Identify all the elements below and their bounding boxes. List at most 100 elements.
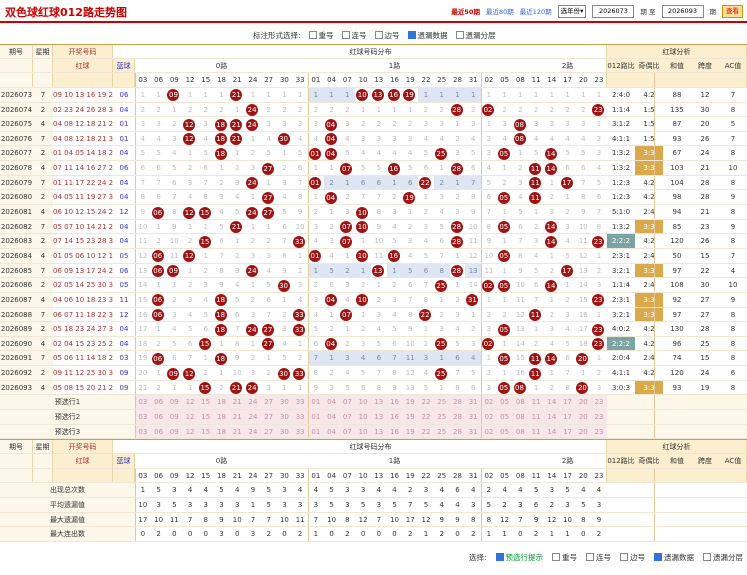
preselect-row[interactable]: 预选行1 03 06 09 12 15 18 21 24 27 30 33 01 04 07 10 13 16 19…	[0, 395, 747, 411]
preselect-number-18[interactable]: 18	[213, 410, 230, 424]
option-0[interactable]: 重号	[308, 30, 334, 41]
preselect-number-30[interactable]: 30	[276, 395, 293, 410]
preselect-number-10[interactable]: 10	[355, 395, 371, 410]
preselect-number-27[interactable]: 27	[260, 410, 277, 424]
preselect-number-14[interactable]: 14	[543, 395, 560, 410]
preselect-number-15[interactable]: 15	[197, 395, 214, 410]
preselect-number-20[interactable]: 20	[575, 410, 592, 424]
preselect-number-02[interactable]: 02	[481, 395, 497, 410]
header-issue[interactable]: 期号	[0, 45, 33, 58]
preselect-number-28[interactable]: 28	[449, 395, 466, 410]
preselect-number-13[interactable]: 13	[370, 410, 387, 424]
option-3[interactable]: 遗漏数据	[407, 30, 448, 41]
preselect-number-22[interactable]: 22	[418, 410, 434, 424]
preselect-number-23[interactable]: 23	[591, 395, 607, 410]
preselect-number-31[interactable]: 31	[465, 410, 482, 424]
link-recent-120[interactable]: 最近120期	[520, 6, 552, 16]
link-recent-50[interactable]: 最近50期	[451, 6, 480, 16]
preselect-number-17[interactable]: 17	[559, 424, 576, 439]
preselect-number-20[interactable]: 20	[575, 424, 592, 439]
preselect-number-06[interactable]: 06	[150, 395, 167, 410]
preselect-number-16[interactable]: 16	[386, 410, 403, 424]
preselect-number-23[interactable]: 23	[591, 410, 607, 424]
link-recent-80[interactable]: 最近80期	[486, 6, 514, 16]
preselect-number-04[interactable]: 04	[323, 395, 340, 410]
bottom-option-1[interactable]: 重号	[552, 552, 577, 563]
preselect-number-12[interactable]: 12	[182, 424, 198, 439]
preselect-number-33[interactable]: 33	[292, 410, 309, 424]
preselect-number-01[interactable]: 01	[308, 410, 324, 424]
preselect-number-24[interactable]: 24	[245, 424, 261, 439]
preselect-number-09[interactable]: 09	[166, 424, 183, 439]
preselect-number-33[interactable]: 33	[292, 395, 309, 410]
preselect-number-04[interactable]: 04	[323, 424, 340, 439]
preselect-number-14[interactable]: 14	[543, 424, 560, 439]
preselect-number-31[interactable]: 31	[465, 424, 482, 439]
preselect-number-12[interactable]: 12	[182, 395, 198, 410]
preselect-number-05[interactable]: 05	[496, 395, 513, 410]
to-issue-input[interactable]: 2026093	[661, 4, 704, 18]
option-1[interactable]: 连号	[341, 30, 367, 41]
option-2[interactable]: 边号	[374, 30, 400, 41]
preselect-number-03[interactable]: 03	[135, 410, 151, 424]
preselect-number-24[interactable]: 24	[245, 410, 261, 424]
preselect-number-07[interactable]: 07	[339, 410, 356, 424]
preselect-row[interactable]: 预选行3 03 06 09 12 15 18 21 24 27 30 33 01 04 07 10 13 16 19…	[0, 424, 747, 440]
preselect-number-10[interactable]: 10	[355, 424, 371, 439]
preselect-number-05[interactable]: 05	[496, 410, 513, 424]
preselect-row[interactable]: 预选行2 03 06 09 12 15 18 21 24 27 30 33 01 04 07 10 13 16 19…	[0, 410, 747, 425]
preselect-number-30[interactable]: 30	[276, 410, 293, 424]
query-button[interactable]: 查看	[722, 4, 743, 18]
preselect-number-22[interactable]: 22	[418, 395, 434, 410]
preselect-number-11[interactable]: 11	[528, 410, 544, 424]
preselect-number-17[interactable]: 17	[559, 395, 576, 410]
preselect-number-27[interactable]: 27	[260, 424, 277, 439]
preselect-number-19[interactable]: 19	[402, 410, 419, 424]
preselect-number-25[interactable]: 25	[433, 410, 450, 424]
preselect-number-20[interactable]: 20	[575, 395, 592, 410]
preselect-number-15[interactable]: 15	[197, 410, 214, 424]
preselect-number-17[interactable]: 17	[559, 410, 576, 424]
preselect-number-19[interactable]: 19	[402, 424, 419, 439]
preselect-number-16[interactable]: 16	[386, 424, 403, 439]
preselect-number-03[interactable]: 03	[135, 395, 151, 410]
option-4[interactable]: 遗漏分层	[455, 30, 496, 41]
preselect-number-31[interactable]: 31	[465, 395, 482, 410]
preselect-number-03[interactable]: 03	[135, 424, 151, 439]
preselect-number-25[interactable]: 25	[433, 424, 450, 439]
bottom-option-2[interactable]: 连号	[586, 552, 611, 563]
preselect-number-24[interactable]: 24	[245, 395, 261, 410]
preselect-number-08[interactable]: 08	[512, 424, 529, 439]
preselect-number-16[interactable]: 16	[386, 395, 403, 410]
preselect-number-12[interactable]: 12	[182, 410, 198, 424]
preselect-number-07[interactable]: 07	[339, 424, 356, 439]
preselect-number-30[interactable]: 30	[276, 424, 293, 439]
preselect-number-21[interactable]: 21	[229, 424, 246, 439]
preselect-number-08[interactable]: 08	[512, 410, 529, 424]
bottom-option-4[interactable]: 遗漏数据	[654, 552, 694, 563]
preselect-number-09[interactable]: 09	[166, 395, 183, 410]
from-issue-input[interactable]: 2026073	[592, 4, 635, 18]
preselect-number-04[interactable]: 04	[323, 410, 340, 424]
preselect-number-02[interactable]: 02	[481, 410, 497, 424]
preselect-number-28[interactable]: 28	[449, 424, 466, 439]
preselect-number-06[interactable]: 06	[150, 410, 167, 424]
preselect-number-28[interactable]: 28	[449, 410, 466, 424]
preselect-number-10[interactable]: 10	[355, 410, 371, 424]
preselect-number-13[interactable]: 13	[370, 395, 387, 410]
preselect-number-18[interactable]: 18	[213, 395, 230, 410]
preselect-number-09[interactable]: 09	[166, 410, 183, 424]
preselect-number-18[interactable]: 18	[213, 424, 230, 439]
bottom-option-5[interactable]: 遗漏分层	[703, 552, 743, 563]
preselect-number-23[interactable]: 23	[591, 424, 607, 439]
bottom-option-3[interactable]: 边号	[620, 552, 645, 563]
preselect-number-01[interactable]: 01	[308, 424, 324, 439]
preselect-number-13[interactable]: 13	[370, 424, 387, 439]
preselect-number-14[interactable]: 14	[543, 410, 560, 424]
preselect-number-33[interactable]: 33	[292, 424, 309, 439]
preselect-number-07[interactable]: 07	[339, 395, 356, 410]
bottom-option-0[interactable]: 预选行提示	[495, 552, 543, 563]
preselect-number-06[interactable]: 06	[150, 424, 167, 439]
preselect-number-01[interactable]: 01	[308, 395, 324, 410]
preselect-number-19[interactable]: 19	[402, 395, 419, 410]
